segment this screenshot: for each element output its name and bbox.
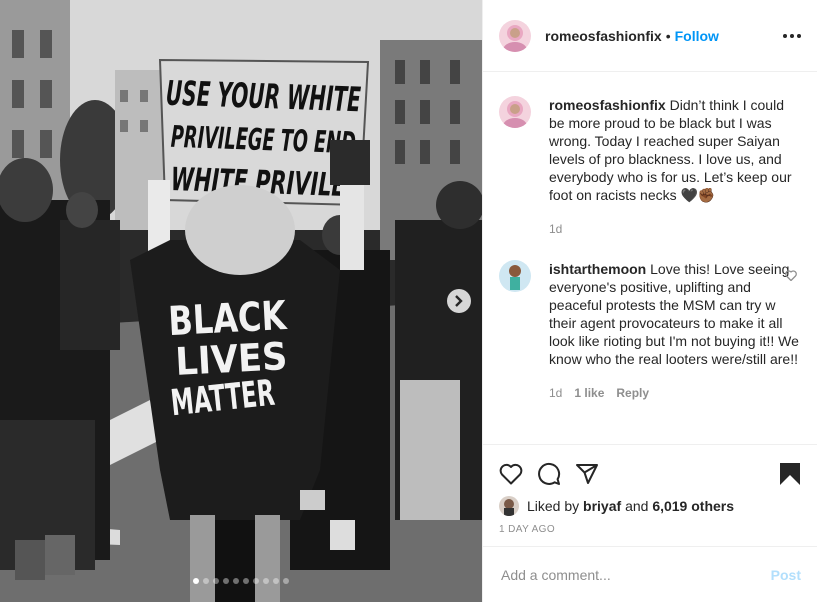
carousel-dot [253,578,259,584]
next-slide-button[interactable] [447,289,471,313]
avatar[interactable] [499,19,531,52]
carousel-indicator [0,578,482,584]
post-sidebar: romeosfashionfix • Follow romeosfashionf… [482,0,817,602]
sign-line-2: PRIVILEGE TO END [170,120,356,161]
carousel-dot [223,578,229,584]
caption: romeosfashionfix Didn’t think I could be… [499,96,801,238]
carousel-dot [213,578,219,584]
caption-meta: 1d [549,220,801,238]
comment-icon[interactable] [537,462,561,486]
caption-avatar[interactable] [499,96,531,128]
heart-icon[interactable] [499,463,523,485]
liker-avatar[interactable] [499,496,519,516]
comments-list: romeosfashionfix Didn’t think I could be… [483,72,817,444]
comment-heart-icon[interactable] [785,268,797,286]
carousel-dot [263,578,269,584]
carousel-dot [203,578,209,584]
separator-dot: • [665,27,671,44]
chevron-right-icon [455,295,463,307]
likes-conjunction: and [625,498,649,514]
action-bar [483,444,817,492]
share-icon[interactable] [575,462,599,486]
comment-likes[interactable]: 1 like [574,384,604,402]
likes-others-link[interactable]: 6,019 others [652,498,734,514]
comment-input[interactable] [499,565,771,584]
post-dialog: USE YOUR WHITE PRIVILEGE TO END WHITE PR… [0,0,817,602]
liker-username[interactable]: briyaf [583,498,621,514]
bookmark-icon[interactable] [779,462,801,486]
carousel-dot [243,578,249,584]
reply-button[interactable]: Reply [616,384,649,402]
caption-text-block: romeosfashionfix Didn’t think I could be… [549,96,801,204]
carousel-dot [273,578,279,584]
likes-line: Liked by briyaf and 6,019 others [483,492,817,520]
comment-item: ishtarthemoon Love this! Love seeing eve… [499,260,801,402]
carousel-dot [193,578,199,584]
comment-avatar[interactable] [499,260,531,292]
jacket-text: BLACK LIVES MATTER [167,293,289,425]
add-comment-bar: Post [483,546,817,602]
protest-photo-image: USE YOUR WHITE PRIVILEGE TO END WHITE PR… [0,0,482,602]
comment-text-block: ishtarthemoon Love this! Love seeing eve… [549,260,801,368]
comment-username[interactable]: ishtarthemoon [549,261,646,277]
likes-prefix: Liked by [527,498,580,514]
comment-time[interactable]: 1d [549,384,562,402]
carousel-dot [283,578,289,584]
comment-meta: 1d 1 like Reply [549,384,801,402]
more-options-icon[interactable] [783,33,801,38]
post-comment-button[interactable]: Post [771,567,801,583]
follow-button[interactable]: Follow [675,28,719,44]
post-date[interactable]: 1 DAY AGO [483,520,817,546]
post-photo[interactable]: USE YOUR WHITE PRIVILEGE TO END WHITE PR… [0,0,482,602]
caption-username[interactable]: romeosfashionfix [549,97,666,113]
header-username[interactable]: romeosfashionfix [545,28,662,44]
post-header: romeosfashionfix • Follow [483,0,817,72]
carousel-dot [233,578,239,584]
sign-line-1: USE YOUR WHITE [165,74,361,121]
caption-time[interactable]: 1d [549,220,562,238]
